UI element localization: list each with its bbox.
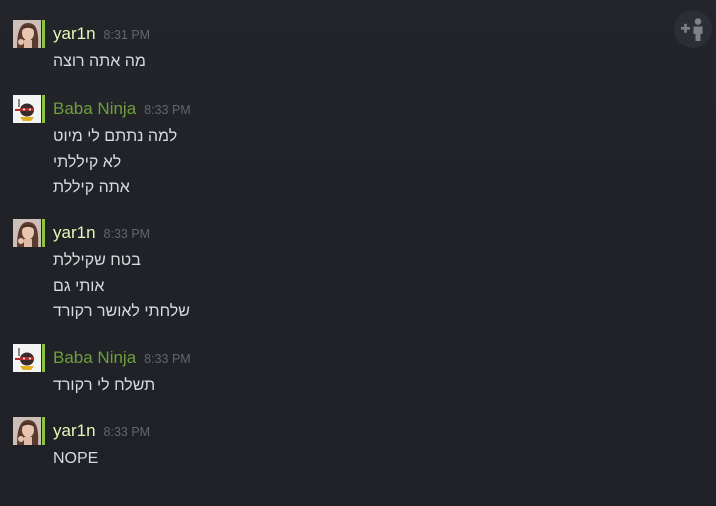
message-line: NOPE <box>53 450 99 467</box>
avatar-frame[interactable] <box>13 344 45 372</box>
status-indicator <box>42 417 45 445</box>
avatar-girl-portrait[interactable] <box>13 20 41 48</box>
author-name[interactable]: yar1n <box>53 223 96 243</box>
author-name[interactable]: yar1n <box>53 24 96 44</box>
girl-portrait-icon <box>13 219 41 247</box>
message-header: yar1n 8:31 PM <box>53 24 150 44</box>
avatar-frame[interactable] <box>13 417 45 445</box>
author-name[interactable]: Baba Ninja <box>53 348 136 368</box>
message-header: Baba Ninja 8:33 PM <box>53 348 191 368</box>
timestamp: 8:33 PM <box>144 352 191 366</box>
avatar-girl-portrait[interactable] <box>13 417 41 445</box>
author-name[interactable]: Baba Ninja <box>53 99 136 119</box>
message-line: שלחתי לאושר רקורד <box>53 303 190 320</box>
message-body: למה נתתם לי מיוט לא קיללתי אתה קיללת <box>53 127 177 204</box>
status-indicator <box>42 95 45 123</box>
message-header: yar1n 8:33 PM <box>53 223 150 243</box>
status-indicator <box>42 344 45 372</box>
chat-log: yar1n 8:31 PM מה אתה רוצה Baba Ninja 8:3… <box>0 0 716 506</box>
timestamp: 8:33 PM <box>103 425 151 439</box>
status-indicator <box>42 20 45 48</box>
message-line: מה אתה רוצה <box>53 53 146 70</box>
message-header: Baba Ninja 8:33 PM <box>53 99 191 119</box>
avatar-frame[interactable] <box>13 20 45 48</box>
timestamp: 8:33 PM <box>103 227 151 241</box>
message-body: מה אתה רוצה <box>53 52 146 78</box>
message-line: בטח שקיללת <box>53 252 141 269</box>
avatar-ninja-character[interactable] <box>13 344 41 372</box>
girl-portrait-icon <box>13 417 41 445</box>
message-line: אותי גם <box>53 277 105 295</box>
message-line: תשלח לי רקורד <box>53 377 156 394</box>
ninja-character-icon <box>13 344 41 372</box>
avatar-ninja-character[interactable] <box>13 95 41 123</box>
add-user-button[interactable] <box>674 10 712 48</box>
add-user-icon <box>681 18 703 41</box>
message-line: אתה קיללת <box>53 179 130 196</box>
message-body: בטח שקיללת אותי גם שלחתי לאושר רקורד <box>53 251 190 328</box>
timestamp: 8:33 PM <box>144 103 191 117</box>
avatar-girl-portrait[interactable] <box>13 219 41 247</box>
message-header: yar1n 8:33 PM <box>53 421 150 441</box>
avatar-frame[interactable] <box>13 95 45 123</box>
message-line: לא קיללתי <box>53 153 122 171</box>
avatar-frame[interactable] <box>13 219 45 247</box>
message-body: תשלח לי רקורד <box>53 376 155 402</box>
status-indicator <box>42 219 45 247</box>
ninja-character-icon <box>13 95 41 123</box>
message-line: למה נתתם לי מיוט <box>53 128 178 145</box>
message-body: NOPE <box>53 449 98 475</box>
author-name[interactable]: yar1n <box>53 421 96 441</box>
girl-portrait-icon <box>13 20 41 48</box>
timestamp: 8:31 PM <box>103 28 151 42</box>
